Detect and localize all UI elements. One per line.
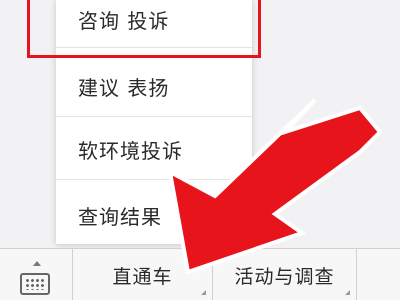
tab-label: 直通车 [112,265,173,288]
bottom-menu-bar: 直通车 活动与调查 [0,248,400,300]
highlight-box [27,0,261,58]
tab-label: 活动与调查 [234,265,335,288]
submenu-indicator-icon [201,290,206,295]
caret-up-icon [33,261,41,266]
submenu-indicator-icon [345,290,350,295]
chat-screen: 咨询 投诉 建议 表扬 软环境投诉 查询结果 直通车 活动与调查 [0,0,400,300]
tab-express-lane[interactable]: 直通车 [73,249,213,300]
tab-more[interactable] [357,249,400,300]
tab-activities-surveys[interactable]: 活动与调查 [213,249,357,300]
menu-item-label: 查询结果 [78,204,162,229]
keyboard-toggle-button[interactable] [0,249,73,300]
keyboard-icon [20,273,50,295]
menu-item-label: 建议 表扬 [78,76,170,100]
menu-item-suggestion-praise[interactable]: 建议 表扬 [56,57,252,117]
menu-item-query-results[interactable]: 查询结果 [56,185,252,245]
menu-item-label: 软环境投诉 [78,139,183,163]
menu-item-soft-environment-complaint[interactable]: 软环境投诉 [56,120,252,180]
